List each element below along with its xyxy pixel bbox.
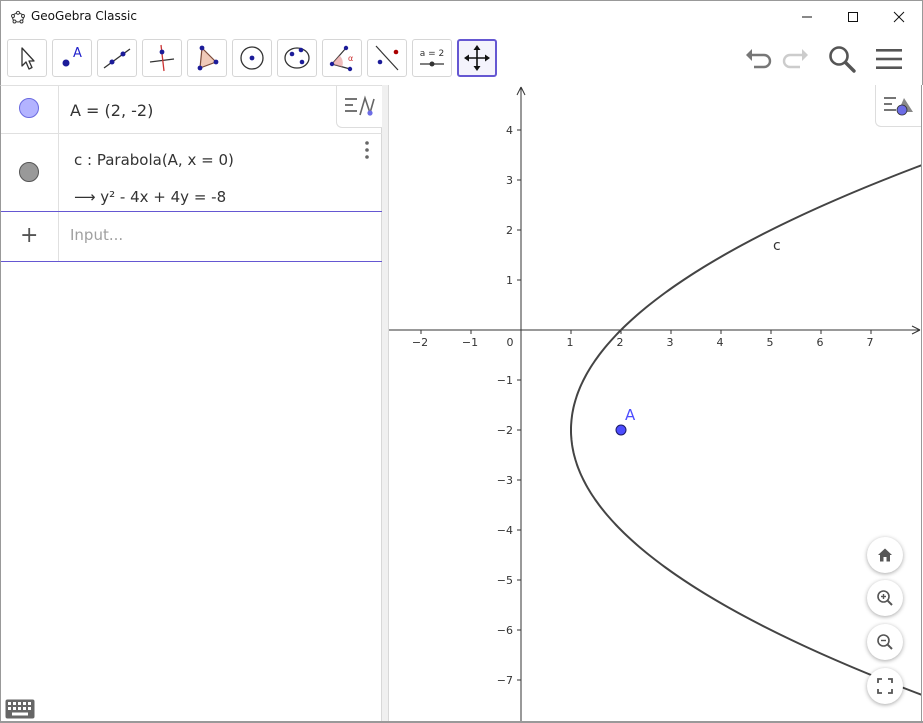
algebra-input-field[interactable]: Input... xyxy=(70,226,123,244)
angle-icon: α xyxy=(329,45,353,72)
y-tick-label: −7 xyxy=(497,674,513,687)
y-tick-label: −3 xyxy=(497,474,513,487)
graphics-canvas[interactable]: −2 −1 0 1 2 3 4 5 6 7 1 2 3 4 −1 −2 −3 −4 −5 −6 −7 c A xyxy=(389,85,922,723)
arrow-cursor-icon xyxy=(21,47,35,70)
circle-tool[interactable] xyxy=(232,39,272,77)
redo-button[interactable] xyxy=(779,42,813,76)
title-bar: GeoGebra Classic xyxy=(0,0,923,32)
undo-button[interactable] xyxy=(741,42,775,76)
algebra-input-row[interactable]: + Input... xyxy=(1,211,382,262)
keyboard-icon[interactable] xyxy=(5,699,35,719)
zoom-in-icon xyxy=(877,590,893,606)
close-icon xyxy=(893,11,905,23)
y-tick-label: −1 xyxy=(497,374,513,387)
x-tick-label: 6 xyxy=(817,336,824,349)
x-tick-label: 0 xyxy=(507,336,514,349)
geogebra-logo-icon xyxy=(11,10,25,24)
maximize-icon xyxy=(848,12,858,22)
view-splitter[interactable] xyxy=(382,85,389,723)
fullscreen-button[interactable] xyxy=(867,668,903,704)
y-tick-label: −5 xyxy=(497,574,513,587)
angle-tool-label: α xyxy=(348,54,353,63)
x-tick-label: 2 xyxy=(617,336,624,349)
angle-tool[interactable]: α xyxy=(322,39,362,77)
y-tick-label: 4 xyxy=(506,124,513,137)
maximize-button[interactable] xyxy=(830,1,876,33)
move-cross-icon xyxy=(464,45,490,71)
standard-view-button[interactable] xyxy=(867,537,903,573)
slider-tool-label: a = 2 xyxy=(420,49,445,59)
y-tick-label: 1 xyxy=(506,274,513,287)
search-icon xyxy=(829,46,856,73)
point-a-definition[interactable]: A = (2, -2) xyxy=(70,101,153,120)
reflect-tool[interactable] xyxy=(367,39,407,77)
y-tick-label: 2 xyxy=(506,224,513,237)
x-tick-label: 1 xyxy=(567,336,574,349)
visibility-marker[interactable] xyxy=(1,86,59,133)
move-graphics-view-tool[interactable] xyxy=(457,39,497,77)
x-tick-label: 4 xyxy=(717,336,724,349)
perpendicular-icon xyxy=(149,44,175,72)
slider-icon: a = 2 xyxy=(420,49,445,67)
circle-icon xyxy=(240,46,264,70)
search-button[interactable] xyxy=(825,42,859,76)
more-options-icon[interactable] xyxy=(362,140,372,160)
zoom-out-icon xyxy=(877,634,893,650)
main-menu-button[interactable] xyxy=(872,42,906,76)
point-a-label[interactable]: A xyxy=(625,406,636,424)
ellipse-icon xyxy=(284,47,310,69)
fullscreen-icon xyxy=(877,678,893,694)
parabola-c-value: ⟶ y² - 4x + 4y = -8 xyxy=(74,188,227,206)
hamburger-menu-icon xyxy=(876,49,902,69)
algebra-row-parabola-c[interactable]: c : Parabola(A, x = 0) ⟶ y² - 4x + 4y = … xyxy=(1,134,382,211)
ellipse-tool[interactable] xyxy=(277,39,317,77)
perpendicular-line-tool[interactable] xyxy=(142,39,182,77)
reflect-icon xyxy=(375,45,399,71)
zoom-in-button[interactable] xyxy=(867,580,903,616)
y-tick-label: −2 xyxy=(497,424,513,437)
point-icon: A xyxy=(62,46,82,67)
x-tick-label: 3 xyxy=(667,336,674,349)
x-tick-label: 7 xyxy=(867,336,874,349)
algebra-style-button[interactable] xyxy=(336,86,382,128)
y-tick-label: 3 xyxy=(506,174,513,187)
minimize-button[interactable] xyxy=(784,1,830,33)
line-tool[interactable] xyxy=(97,39,137,77)
point-tool[interactable]: A xyxy=(52,39,92,77)
point-a-visibility-dot[interactable] xyxy=(19,98,39,118)
algebra-view: A = (2, -2) c : Parabola(A, x = 0) ⟶ y² … xyxy=(0,85,382,723)
redo-icon xyxy=(782,49,808,69)
graphics-style-button[interactable] xyxy=(875,85,921,127)
graphics-view[interactable]: −2 −1 0 1 2 3 4 5 6 7 1 2 3 4 −1 −2 −3 −4 −5 −6 −7 c A xyxy=(389,85,922,723)
input-marker: + xyxy=(1,212,59,261)
polygon-icon xyxy=(197,45,219,71)
parabola-c-label[interactable]: c xyxy=(773,238,781,254)
zoom-out-button[interactable] xyxy=(867,624,903,660)
close-button[interactable] xyxy=(876,1,922,33)
window-title: GeoGebra Classic xyxy=(31,9,137,23)
minimize-icon xyxy=(802,16,812,18)
polygon-tool[interactable] xyxy=(187,39,227,77)
algebra-row-point-a[interactable]: A = (2, -2) xyxy=(1,86,382,134)
move-tool[interactable] xyxy=(7,39,47,77)
x-tick-label: 5 xyxy=(767,336,774,349)
x-tick-label: −1 xyxy=(462,336,478,349)
visibility-marker[interactable] xyxy=(1,134,59,211)
algebra-description-icon xyxy=(344,94,375,116)
point-tool-label: A xyxy=(73,46,82,61)
home-icon xyxy=(878,548,892,562)
parabola-c-visibility-dot[interactable] xyxy=(19,162,39,182)
line-icon xyxy=(103,48,131,69)
plus-icon: + xyxy=(20,223,39,248)
graphics-style-icon xyxy=(883,96,913,115)
parabola-c-definition[interactable]: c : Parabola(A, x = 0) xyxy=(74,151,234,169)
parabola-c-curve[interactable] xyxy=(570,85,922,723)
point-a[interactable] xyxy=(615,424,627,436)
x-tick-label: −2 xyxy=(412,336,428,349)
undo-icon xyxy=(746,49,772,69)
toolbar: A α a = 2 xyxy=(0,32,923,85)
y-tick-label: −4 xyxy=(497,524,513,537)
y-tick-label: −6 xyxy=(497,624,513,637)
slider-tool[interactable]: a = 2 xyxy=(412,39,452,77)
